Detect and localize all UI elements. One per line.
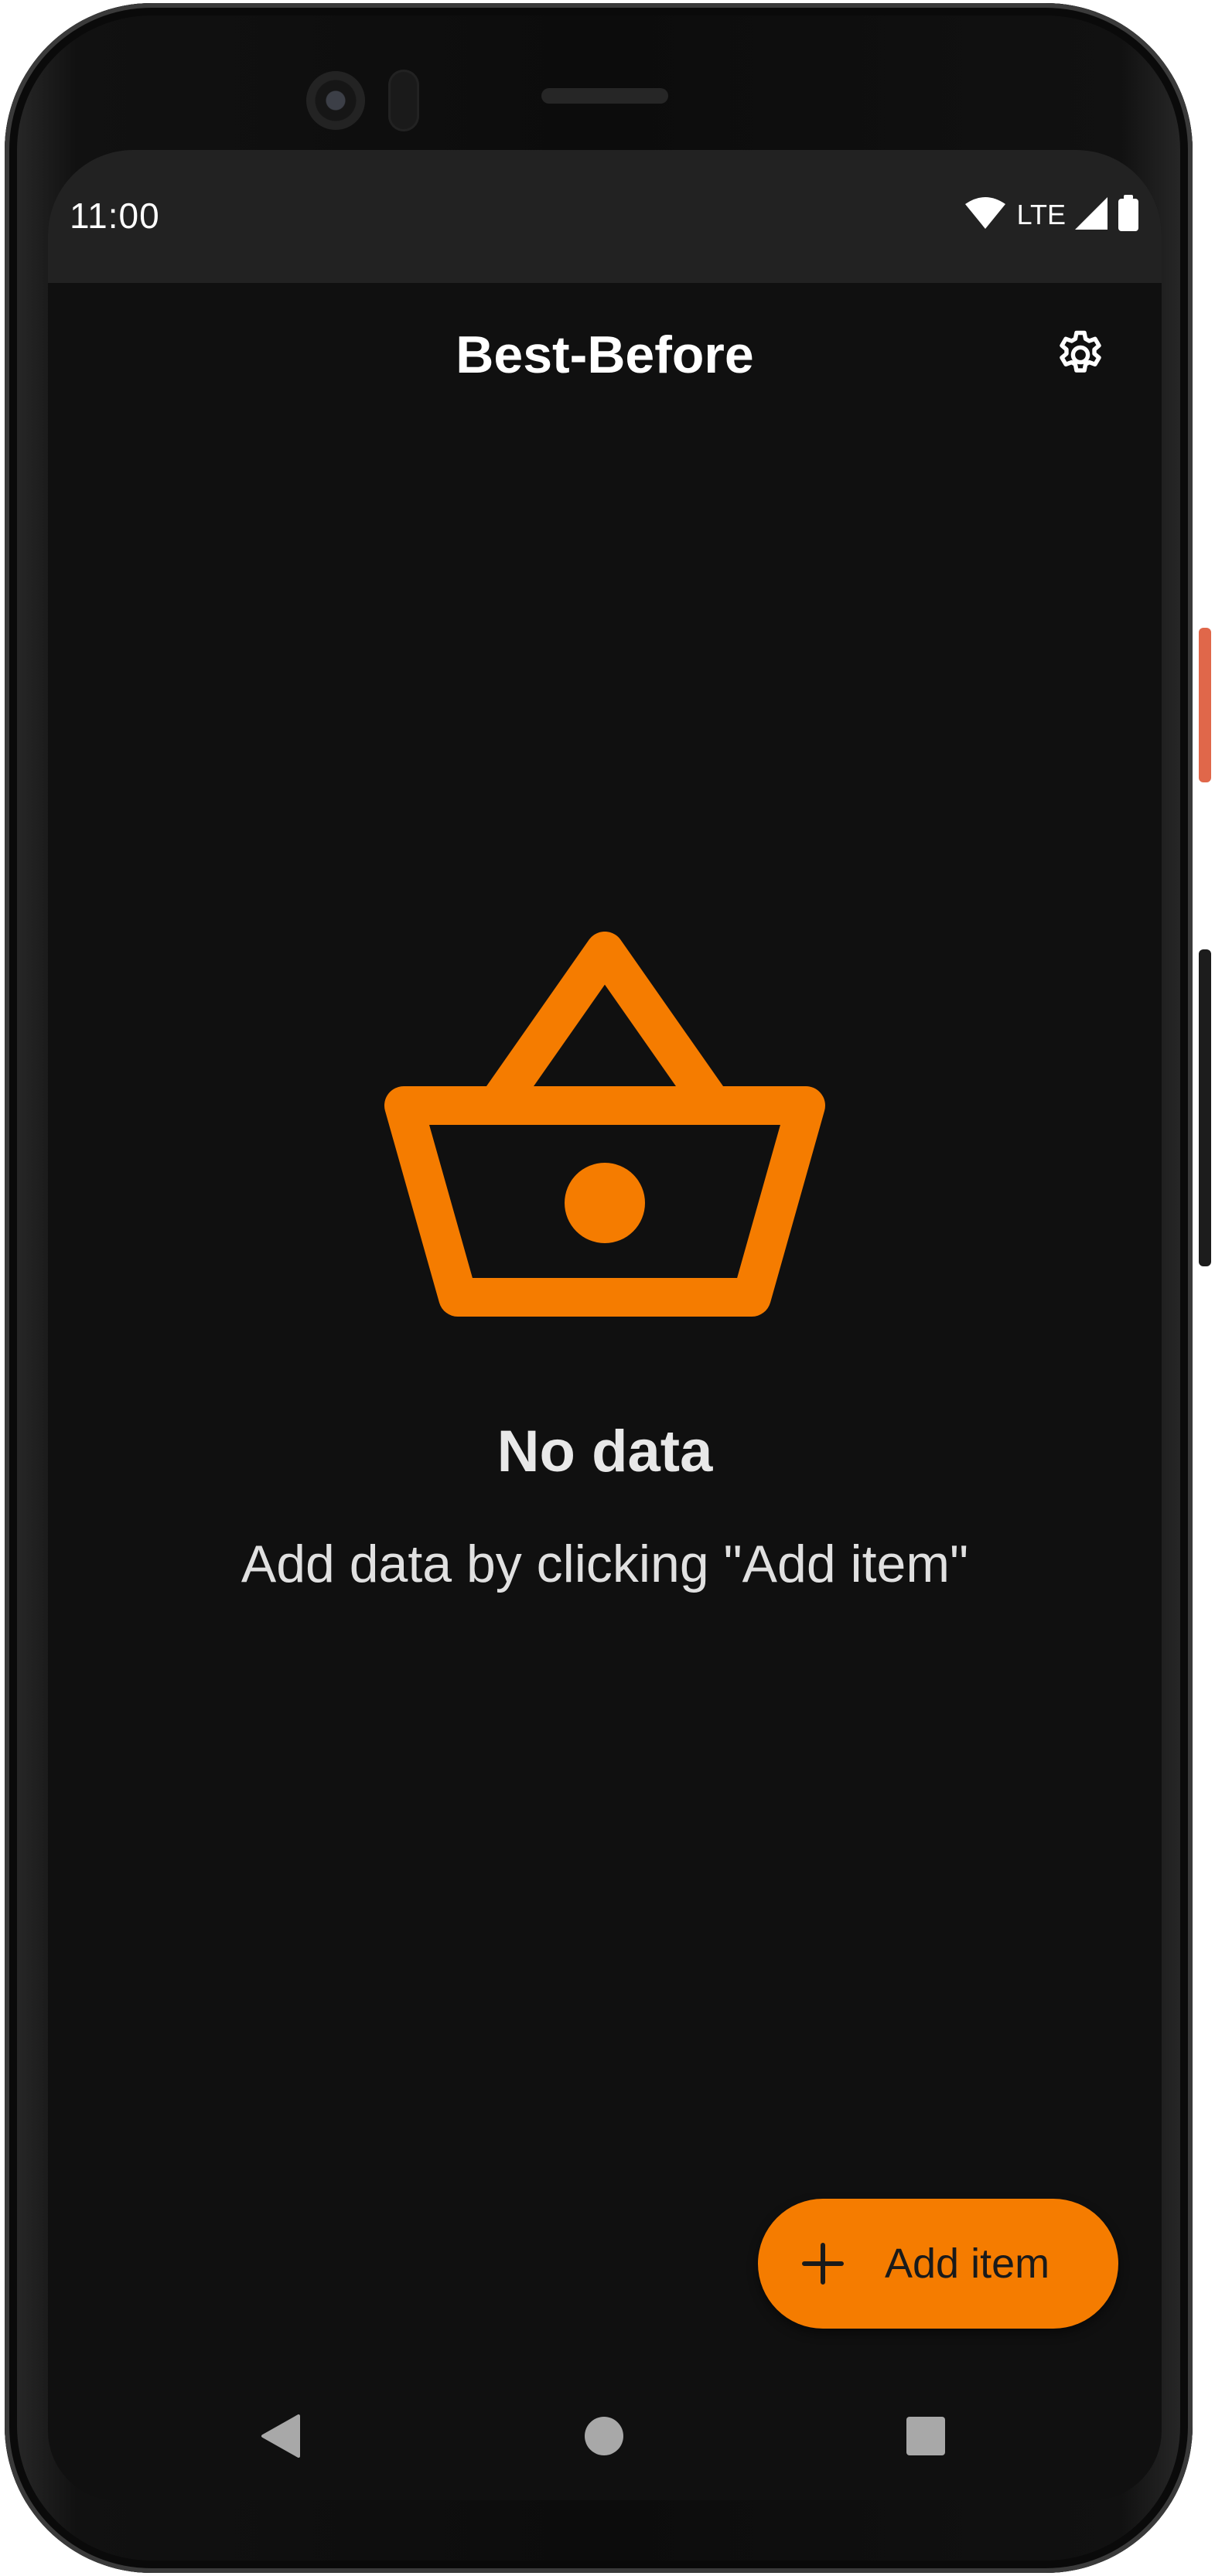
status-icons: LTE (964, 194, 1140, 236)
wifi-icon (964, 196, 1006, 234)
app-bar: Best-Before (48, 283, 1162, 438)
page-title: Best-Before (456, 325, 754, 384)
empty-state-subtitle: Add data by clicking "Add item" (241, 1535, 969, 1593)
earpiece-speaker (541, 88, 668, 104)
add-item-button[interactable]: Add item (758, 2199, 1118, 2329)
back-button[interactable] (245, 2403, 315, 2472)
cell-signal-icon (1073, 196, 1109, 235)
gear-icon (1053, 327, 1108, 387)
settings-button[interactable] (1046, 322, 1115, 391)
back-icon (258, 2413, 302, 2463)
power-button (1199, 628, 1211, 782)
home-button[interactable] (569, 2403, 639, 2472)
battery-icon (1117, 194, 1140, 236)
plus-icon (801, 2242, 845, 2285)
screen: 11:00 LTE Best-Before No data Add data b… (48, 150, 1162, 2500)
home-icon (583, 2415, 625, 2461)
add-item-label: Add item (885, 2240, 1050, 2287)
recents-icon (905, 2415, 947, 2461)
recents-button[interactable] (891, 2403, 961, 2472)
front-camera (306, 71, 365, 130)
volume-rocker (1199, 949, 1211, 1266)
network-type-label: LTE (1016, 199, 1066, 230)
empty-state-title: No data (497, 1419, 713, 1484)
proximity-sensor (388, 70, 419, 131)
navigation-bar (48, 2377, 1162, 2500)
status-bar: 11:00 LTE (48, 150, 1162, 283)
status-time: 11:00 (70, 196, 160, 236)
shopping-basket-icon (381, 928, 829, 1322)
